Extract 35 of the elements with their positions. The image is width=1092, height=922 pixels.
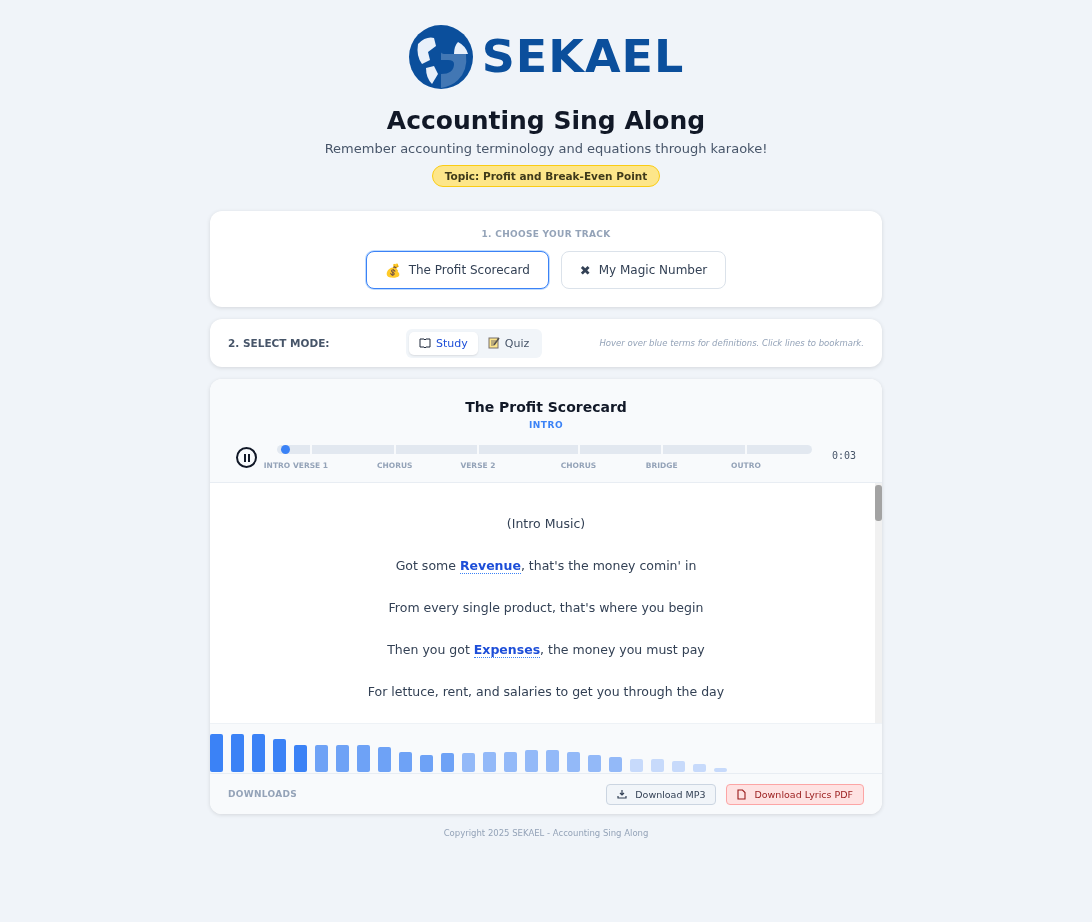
mode-tab[interactable]: Study — [409, 331, 478, 355]
lyric-line[interactable]: Then you got Expenses, the money you must pay — [387, 642, 705, 657]
hint-text: Hover over blue terms for definitions. Click lines to bookmark. — [599, 338, 864, 348]
mode-tab[interactable]: Quiz — [477, 331, 540, 355]
topic-badge: Topic: Profit and Break-Even Point — [431, 165, 661, 187]
progress-thumb[interactable] — [281, 445, 291, 454]
globe-logo-icon — [407, 24, 474, 90]
section-heading: DOWNLOADS — [228, 789, 298, 799]
copyright-text: Copyright 2025 SEKAEL - Accounting Sing Along — [443, 828, 649, 838]
current-section: INTRO — [528, 420, 564, 430]
lyric-line[interactable]: For lettuce, rent, and salaries to get you through the day — [367, 684, 725, 699]
progress-track[interactable] — [277, 445, 812, 454]
download-button[interactable]: Download Lyrics PDF — [726, 783, 864, 805]
song-title: The Profit Scorecard — [465, 399, 627, 415]
download-button[interactable]: Download MP3 — [606, 783, 717, 805]
term-link[interactable]: Revenue — [459, 558, 521, 574]
memo-icon — [487, 337, 500, 349]
brand-logo-text: SEKAEL — [481, 31, 685, 83]
time-display: 0:03 — [831, 450, 856, 461]
section-heading: 1. CHOOSE YOUR TRACK — [481, 229, 611, 239]
scrollbar[interactable] — [875, 483, 882, 723]
track-button[interactable]: ✖ My Magic Number — [560, 251, 727, 289]
lyric-line[interactable]: From every single product, that's where you begin — [388, 600, 704, 615]
track-emoji-icon: 💰 — [384, 263, 401, 277]
section-heading: 2. SELECT MODE: — [228, 337, 331, 349]
book-icon — [419, 337, 431, 349]
pause-button[interactable] — [236, 447, 257, 468]
lyric-line[interactable]: Got some Revenue, that's the money comin' in — [395, 558, 697, 573]
lyric-line[interactable]: (Intro Music) — [506, 516, 586, 531]
page-title: Accounting Sing Along — [386, 106, 706, 135]
download-icon — [617, 789, 628, 799]
page-subtitle: Remember accounting terminology and equations through karaoke! — [324, 141, 768, 156]
document-icon — [737, 788, 747, 800]
track-emoji-icon: ✖ — [579, 263, 591, 277]
track-button[interactable]: 💰 The Profit Scorecard — [365, 251, 549, 289]
